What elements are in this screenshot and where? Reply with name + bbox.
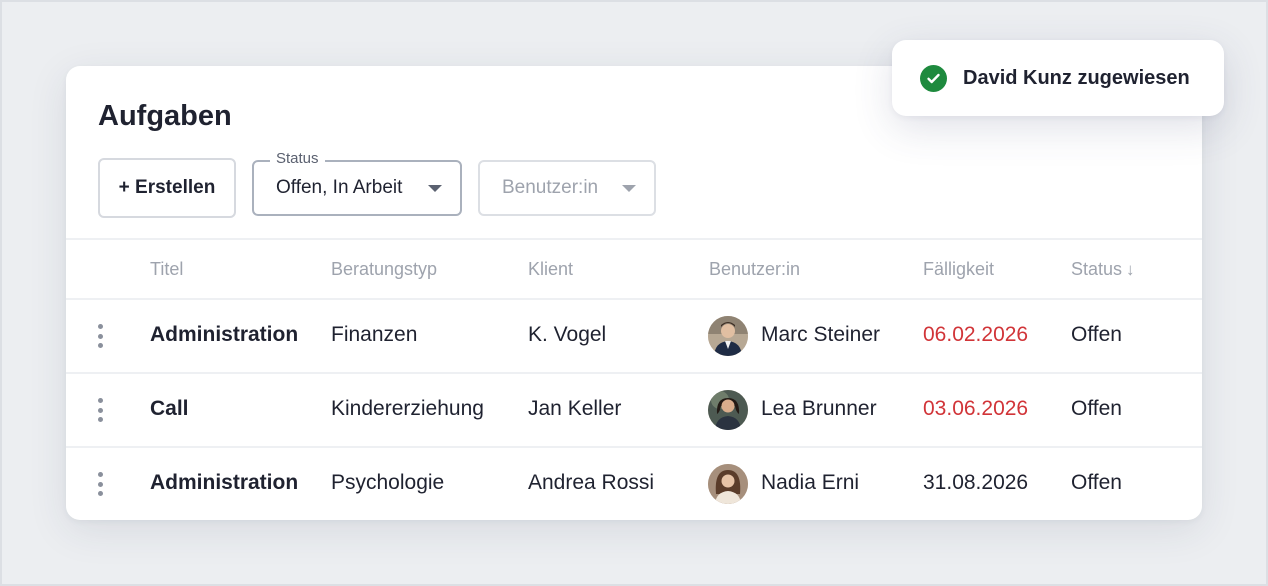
table-row[interactable]: Call Kindererziehung Jan Keller Lea Brun…	[66, 374, 1202, 448]
column-header-status[interactable]: Status ↓	[1071, 259, 1135, 280]
task-user: Lea Brunner	[761, 397, 877, 420]
create-button[interactable]: + Erstellen	[98, 158, 236, 218]
status-filter-legend: Status	[270, 150, 325, 167]
more-vertical-icon[interactable]	[94, 398, 106, 422]
table-row[interactable]: Administration Psychologie Andrea Rossi …	[66, 448, 1202, 520]
task-type: Psychologie	[331, 471, 445, 494]
column-header-type[interactable]: Beratungstyp	[331, 259, 437, 280]
task-status: Offen	[1071, 397, 1122, 420]
task-title: Administration	[150, 323, 299, 346]
task-client: Andrea Rossi	[528, 471, 655, 494]
arrow-down-icon: ↓	[1126, 260, 1135, 279]
status-filter-value: Offen, In Arbeit	[276, 177, 403, 198]
task-type: Kindererziehung	[331, 397, 484, 420]
task-due-date: 03.06.2026	[923, 397, 1029, 420]
task-user: Nadia Erni	[761, 471, 860, 494]
task-status: Offen	[1071, 471, 1122, 494]
table-row[interactable]: Administration Finanzen K. Vogel Marc St…	[66, 300, 1202, 374]
user-filter-select[interactable]: Benutzer:in	[478, 160, 656, 216]
task-type: Finanzen	[331, 323, 418, 346]
column-header-due[interactable]: Fälligkeit	[923, 259, 994, 280]
task-client: K. Vogel	[528, 323, 607, 346]
more-vertical-icon[interactable]	[94, 472, 106, 496]
column-header-status-label: Status	[1071, 259, 1123, 279]
avatar	[708, 464, 748, 504]
page-title: Aufgaben	[98, 100, 232, 132]
task-title: Call	[150, 397, 189, 420]
check-circle-icon	[920, 64, 947, 92]
more-vertical-icon[interactable]	[94, 324, 106, 348]
caret-down-icon	[428, 185, 442, 192]
success-toast: David Kunz zugewiesen	[892, 40, 1224, 116]
user-filter-placeholder: Benutzer:in	[502, 177, 599, 198]
tasks-card: Aufgaben + Erstellen Status Offen, In Ar…	[66, 66, 1202, 520]
task-user: Marc Steiner	[761, 323, 881, 346]
tasks-table: Titel Beratungstyp Klient Benutzer:in Fä…	[66, 238, 1202, 520]
caret-down-icon	[622, 185, 636, 192]
task-title: Administration	[150, 471, 299, 494]
table-header: Titel Beratungstyp Klient Benutzer:in Fä…	[66, 238, 1202, 300]
column-header-user[interactable]: Benutzer:in	[709, 259, 800, 280]
column-header-client[interactable]: Klient	[528, 259, 573, 280]
task-client: Jan Keller	[528, 397, 622, 420]
status-filter-select[interactable]: Status Offen, In Arbeit	[252, 150, 462, 216]
avatar	[708, 316, 748, 356]
toast-message: David Kunz zugewiesen	[963, 66, 1190, 89]
avatar	[708, 390, 748, 430]
task-due-date: 31.08.2026	[923, 471, 1029, 494]
task-due-date: 06.02.2026	[923, 323, 1029, 346]
task-status: Offen	[1071, 323, 1122, 346]
column-header-title[interactable]: Titel	[150, 259, 183, 280]
